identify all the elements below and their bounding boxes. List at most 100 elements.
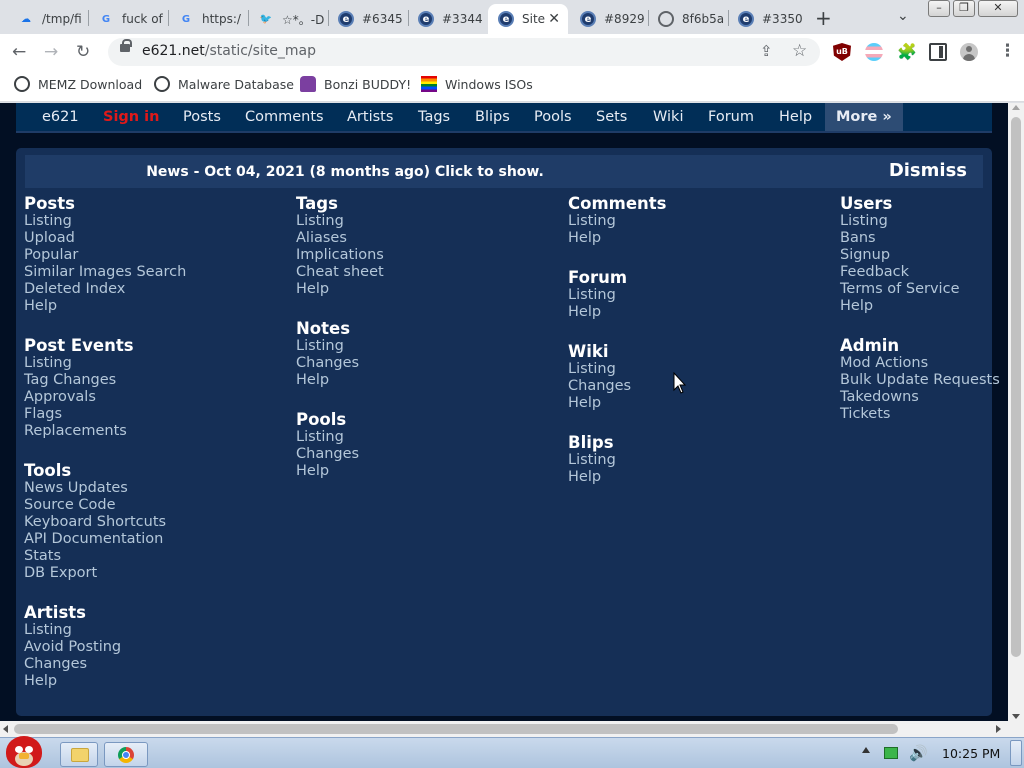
nav-wiki[interactable]: Wiki — [653, 109, 683, 125]
link-tags-aliases[interactable]: Aliases — [296, 230, 384, 247]
link-pools-changes[interactable]: Changes — [296, 446, 359, 463]
close-tab-icon[interactable]: ✕ — [548, 11, 560, 27]
link-forum-help[interactable]: Help — [568, 304, 627, 321]
bookmark-memz[interactable]: MEMZ Download — [14, 76, 142, 92]
ublock-origin-icon[interactable]: uB — [833, 43, 851, 61]
link-wiki-listing[interactable]: Listing — [568, 361, 631, 378]
nav-pools[interactable]: Pools — [534, 109, 572, 125]
maximize-button[interactable]: ❐ — [953, 0, 975, 17]
vertical-scroll-thumb[interactable] — [1011, 117, 1021, 657]
nav-comments[interactable]: Comments — [245, 109, 324, 125]
link-users-bans[interactable]: Bans — [840, 230, 959, 247]
nav-sign-in[interactable]: Sign in — [103, 109, 159, 125]
link-tags-help[interactable]: Help — [296, 281, 384, 298]
link-blips-help[interactable]: Help — [568, 469, 616, 486]
link-pools-help[interactable]: Help — [296, 463, 359, 480]
address-bar[interactable]: e621.net/static/site_map ⇪ ☆ — [108, 38, 820, 66]
bookmark-malware-database[interactable]: Malware Database — [154, 76, 294, 92]
tab-4[interactable]: e #6345 — [328, 4, 406, 34]
nav-forum[interactable]: Forum — [708, 109, 754, 125]
nav-sets[interactable]: Sets — [596, 109, 627, 125]
link-pools-listing[interactable]: Listing — [296, 429, 359, 446]
link-tools-source-code[interactable]: Source Code — [24, 497, 166, 514]
tab-5[interactable]: e #3344 — [408, 4, 486, 34]
scroll-up-arrow-icon[interactable] — [1012, 105, 1020, 110]
news-banner[interactable]: News - Oct 04, 2021 (8 months ago) Click… — [25, 155, 983, 188]
start-button-angry-bird-icon[interactable] — [2, 730, 46, 768]
link-tools-api-documentation[interactable]: API Documentation — [24, 531, 166, 548]
nav-tags[interactable]: Tags — [418, 109, 450, 125]
nav-blips[interactable]: Blips — [475, 109, 510, 125]
link-posts-help[interactable]: Help — [24, 298, 186, 315]
link-wiki-help[interactable]: Help — [568, 395, 631, 412]
extensions-puzzle-icon[interactable]: 🧩 — [897, 42, 917, 61]
nav-help[interactable]: Help — [779, 109, 812, 125]
kebab-menu-icon[interactable]: ⋮ — [999, 41, 1016, 61]
tab-7[interactable]: e #8929 — [570, 4, 648, 34]
link-artists-changes[interactable]: Changes — [24, 656, 121, 673]
nav-posts[interactable]: Posts — [183, 109, 221, 125]
tray-expand-icon[interactable] — [862, 747, 870, 753]
link-post-events-replacements[interactable]: Replacements — [24, 423, 134, 440]
link-notes-changes[interactable]: Changes — [296, 355, 359, 372]
link-artists-avoid-posting[interactable]: Avoid Posting — [24, 639, 121, 656]
news-dismiss-button[interactable]: Dismiss — [889, 160, 967, 181]
extension-flag-icon[interactable] — [865, 43, 883, 61]
bookmark-windows-isos[interactable]: Windows ISOs — [421, 76, 533, 92]
link-notes-listing[interactable]: Listing — [296, 338, 359, 355]
tab-2[interactable]: G https:/ — [168, 4, 246, 34]
link-users-help[interactable]: Help — [840, 298, 959, 315]
link-users-terms-of-service[interactable]: Terms of Service — [840, 281, 959, 298]
link-admin-tickets[interactable]: Tickets — [840, 406, 1000, 423]
link-artists-help[interactable]: Help — [24, 673, 121, 690]
news-text[interactable]: News - Oct 04, 2021 (8 months ago) Click… — [25, 164, 665, 180]
link-post-events-approvals[interactable]: Approvals — [24, 389, 134, 406]
link-users-listing[interactable]: Listing — [840, 213, 959, 230]
tab-3[interactable]: 🐦 ☆*。-D — [248, 4, 326, 34]
bookmark-star-icon[interactable]: ☆ — [792, 41, 807, 61]
link-tags-cheat-sheet[interactable]: Cheat sheet — [296, 264, 384, 281]
link-tools-db-export[interactable]: DB Export — [24, 565, 166, 582]
link-posts-similar-images-search[interactable]: Similar Images Search — [24, 264, 186, 281]
profile-avatar-icon[interactable] — [960, 43, 978, 61]
forward-arrow-icon[interactable]: → — [44, 42, 58, 62]
show-desktop-button[interactable] — [1010, 740, 1022, 766]
vertical-scrollbar[interactable] — [1008, 103, 1024, 721]
link-post-events-listing[interactable]: Listing — [24, 355, 134, 372]
side-panel-icon[interactable] — [929, 43, 947, 61]
bookmark-bonzi-buddy[interactable]: Bonzi BUDDY! — [300, 76, 411, 92]
link-comments-help[interactable]: Help — [568, 230, 666, 247]
url-text[interactable]: e621.net/static/site_map — [142, 43, 316, 59]
reload-icon[interactable]: ↻ — [76, 42, 90, 62]
link-post-events-flags[interactable]: Flags — [24, 406, 134, 423]
link-posts-popular[interactable]: Popular — [24, 247, 186, 264]
tab-0[interactable]: ☁ /tmp/fi — [8, 4, 86, 34]
taskbar-explorer-button[interactable] — [60, 742, 98, 767]
tab-6-active[interactable]: e Site ✕ — [488, 4, 568, 34]
nav-artists[interactable]: Artists — [347, 109, 393, 125]
link-tags-implications[interactable]: Implications — [296, 247, 384, 264]
horizontal-scroll-thumb[interactable] — [14, 724, 898, 734]
link-comments-listing[interactable]: Listing — [568, 213, 666, 230]
link-posts-upload[interactable]: Upload — [24, 230, 186, 247]
share-icon[interactable]: ⇪ — [760, 42, 773, 60]
nav-more-button[interactable]: More » — [825, 103, 903, 131]
tab-8[interactable]: 8f6b5a — [648, 4, 726, 34]
scroll-down-arrow-icon[interactable] — [1012, 714, 1020, 719]
link-blips-listing[interactable]: Listing — [568, 452, 616, 469]
link-tags-listing[interactable]: Listing — [296, 213, 384, 230]
link-tools-keyboard-shortcuts[interactable]: Keyboard Shortcuts — [24, 514, 166, 531]
tab-search-chevron-icon[interactable]: ⌄ — [897, 8, 909, 24]
nav-brand-e621[interactable]: e621 — [42, 109, 79, 125]
taskbar-chrome-button[interactable] — [104, 742, 148, 767]
tab-9[interactable]: e #3350 — [728, 4, 804, 34]
taskbar-clock[interactable]: 10:25 PM — [942, 746, 1000, 761]
link-admin-bulk-update-requests[interactable]: Bulk Update Requests — [840, 372, 1000, 389]
new-tab-button[interactable]: + — [815, 6, 832, 30]
back-arrow-icon[interactable]: ← — [12, 42, 26, 62]
network-icon[interactable] — [884, 747, 898, 759]
volume-icon[interactable]: 🔊 — [909, 744, 928, 762]
close-window-button[interactable]: ✕ — [978, 0, 1018, 17]
tab-1[interactable]: G fuck of — [88, 4, 166, 34]
link-admin-takedowns[interactable]: Takedowns — [840, 389, 1000, 406]
